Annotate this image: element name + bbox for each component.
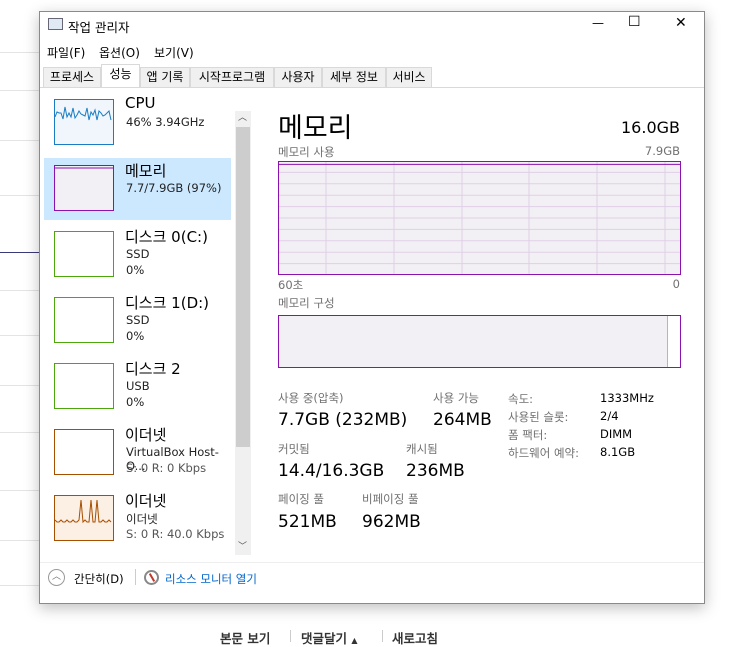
spec-value: 1333MHz — [600, 391, 654, 405]
sidebar-item-2[interactable]: 디스크 0(C:) SSD 0% — [44, 224, 231, 286]
thumbnail-graph — [54, 429, 114, 475]
tab-processes[interactable]: 프로세스 — [43, 67, 101, 87]
thumbnail-graph — [54, 99, 114, 145]
spec-label: 속도: — [508, 392, 534, 406]
total-memory: 16.0GB — [621, 118, 680, 137]
available-label: 사용 가능 — [433, 391, 479, 405]
thumbnail-graph — [54, 165, 114, 211]
refresh-link[interactable]: 새로고침 — [392, 628, 438, 647]
item-name: 이더넷 — [125, 426, 167, 444]
menu-file[interactable]: 파일(F) — [47, 44, 85, 61]
paged-pool-label: 페이징 풀 — [278, 492, 324, 506]
comment-label: 댓글달기 — [301, 631, 348, 646]
menu-view[interactable]: 보기(V) — [154, 44, 194, 61]
committed-label: 커밋됨 — [278, 442, 310, 456]
collapse-icon[interactable]: ︿ — [48, 569, 65, 586]
view-post-link[interactable]: 본문 보기 — [220, 628, 270, 647]
item-name: 디스크 1(D:) — [125, 294, 210, 312]
tab-details[interactable]: 세부 정보 — [322, 67, 386, 87]
item-name: CPU — [125, 94, 156, 112]
spec-value: 2/4 — [600, 409, 619, 423]
item-status: 0% — [126, 395, 145, 409]
maximize-button[interactable]: ☐ — [628, 14, 641, 30]
nonpaged-pool-value: 962MB — [362, 512, 421, 532]
item-name: 메모리 — [125, 162, 167, 180]
sidebar-item-6[interactable]: 이더넷 이더넷 S: 0 R: 40.0 Kbps — [44, 488, 231, 550]
spec-label: 폼 팩터: — [508, 428, 548, 442]
thumbnail-graph — [54, 297, 114, 343]
fewer-details-button[interactable]: 간단히(D) — [74, 571, 124, 587]
item-status: 0% — [126, 263, 145, 277]
thumbnail-graph — [54, 231, 114, 277]
tab-services[interactable]: 서비스 — [386, 67, 432, 87]
item-name: 디스크 2 — [125, 360, 181, 378]
in-use-label: 사용 중(압축) — [278, 391, 344, 405]
item-detail: 7.7/7.9GB (97%) — [126, 181, 222, 195]
tab-startup[interactable]: 시작프로그램 — [190, 67, 274, 87]
scroll-down-icon[interactable]: ﹀ — [238, 539, 247, 552]
composition-in-use — [279, 316, 668, 367]
menu-options[interactable]: 옵션(O) — [99, 44, 140, 61]
spec-value: DIMM — [600, 427, 633, 441]
usage-max: 7.9GB — [644, 144, 680, 158]
sidebar-item-4[interactable]: 디스크 2 USB 0% — [44, 356, 231, 418]
nonpaged-pool-label: 비페이징 풀 — [362, 492, 419, 506]
cached-label: 캐시됨 — [406, 442, 438, 456]
minimize-button[interactable]: — — [592, 16, 604, 30]
scroll-up-icon[interactable]: ︿ — [238, 110, 247, 123]
item-status: 0% — [126, 329, 145, 343]
task-manager-window: 작업 관리자 — ☐ ✕ 파일(F) 옵션(O) 보기(V) 프로세스 성능 앱… — [39, 11, 705, 604]
item-status: S: 0 R: 40.0 Kbps — [126, 527, 225, 541]
scrollbar-thumb[interactable] — [236, 127, 250, 447]
thumbnail-graph — [54, 495, 114, 541]
app-icon — [48, 18, 63, 30]
sidebar-item-3[interactable]: 디스크 1(D:) SSD 0% — [44, 290, 231, 352]
item-name: 이더넷 — [125, 492, 167, 510]
close-button[interactable]: ✕ — [675, 15, 687, 31]
memory-composition-bar — [278, 315, 681, 368]
item-name: 디스크 0(C:) — [125, 228, 208, 246]
caret-up-icon: ▲ — [351, 636, 358, 645]
available-value: 264MB — [433, 410, 492, 430]
comment-link[interactable]: 댓글달기 ▲ — [301, 628, 358, 647]
tab-app-history[interactable]: 앱 기록 — [140, 67, 190, 87]
background-page — [0, 0, 40, 647]
thumbnail-graph — [54, 363, 114, 409]
composition-label: 메모리 구성 — [278, 296, 335, 310]
sidebar-item-5[interactable]: 이더넷 VirtualBox Host-O... S: 0 R: 0 Kbps — [44, 422, 231, 484]
paged-pool-value: 521MB — [278, 512, 337, 532]
memory-usage-graph — [278, 161, 681, 275]
item-detail: SSD — [126, 247, 150, 261]
usage-label: 메모리 사용 — [278, 145, 335, 159]
open-resource-monitor-link[interactable]: 리소스 모니터 열기 — [165, 571, 257, 587]
item-detail: 46% 3.94GHz — [126, 115, 205, 129]
item-detail: USB — [126, 379, 150, 393]
item-detail: 이더넷 — [126, 512, 158, 526]
tab-performance[interactable]: 성능 — [101, 64, 140, 88]
window-title: 작업 관리자 — [68, 20, 130, 35]
time-left-label: 60초 — [278, 278, 304, 292]
committed-value: 14.4/16.3GB — [278, 461, 385, 481]
tab-users[interactable]: 사용자 — [274, 67, 322, 87]
page-title: 메모리 — [278, 113, 353, 144]
sidebar-item-1[interactable]: 메모리 7.7/7.9GB (97%) — [44, 158, 231, 220]
resource-monitor-icon — [144, 570, 159, 585]
time-right-label: 0 — [672, 277, 680, 291]
cached-value: 236MB — [406, 461, 465, 481]
sidebar-item-0[interactable]: CPU 46% 3.94GHz — [44, 92, 231, 154]
scrollbar[interactable]: ︿ ﹀ — [235, 111, 251, 555]
in-use-value: 7.7GB (232MB) — [278, 410, 408, 430]
spec-value: 8.1GB — [600, 445, 636, 459]
spec-label: 사용된 슬롯: — [508, 410, 569, 424]
item-detail: SSD — [126, 313, 150, 327]
item-status: S: 0 R: 0 Kbps — [126, 461, 207, 475]
spec-label: 하드웨어 예약: — [508, 446, 580, 460]
